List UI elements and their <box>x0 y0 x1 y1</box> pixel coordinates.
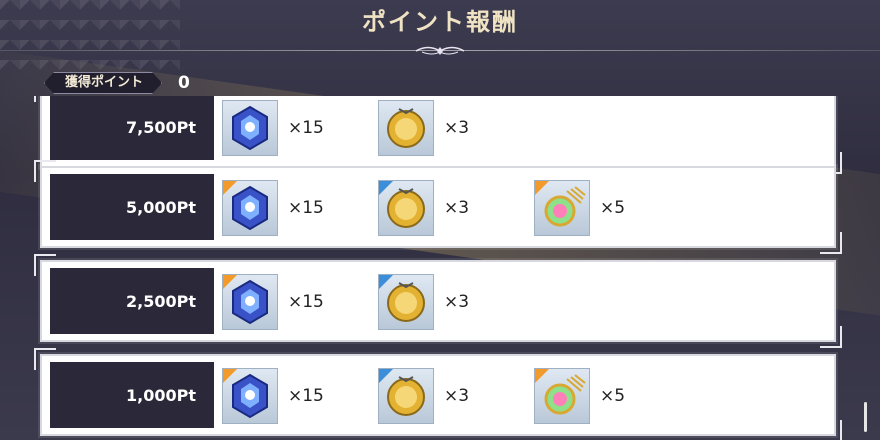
reward-row: 1,000Pt ×15 ×3 ×5 <box>40 354 842 440</box>
reward-threshold: 7,500Pt <box>50 96 214 160</box>
reward-item[interactable]: ×15 <box>222 368 324 424</box>
reward-row: 7,500Pt ×15 ×3 <box>40 96 842 174</box>
item-quantity: ×5 <box>600 198 626 218</box>
item-quantity: ×3 <box>444 198 470 218</box>
page-title: ポイント報酬 <box>362 8 518 36</box>
item-quantity: ×15 <box>288 198 324 218</box>
ornament-icon <box>415 46 465 55</box>
reward-list[interactable]: 7,500Pt ×15 ×3 5,000Pt ×15 ×3 ×5 2,500Pt… <box>0 96 880 440</box>
gold-medal-icon <box>378 274 434 330</box>
rarity-corner <box>379 181 393 195</box>
crystal-icon <box>222 180 278 236</box>
reward-item[interactable]: ×15 <box>222 100 324 156</box>
rainbow-crest-icon <box>534 368 590 424</box>
reward-item[interactable]: ×3 <box>378 274 469 330</box>
reward-item[interactable]: ×3 <box>378 100 469 156</box>
item-quantity: ×15 <box>288 386 324 406</box>
item-quantity: ×3 <box>444 386 470 406</box>
rainbow-crest-icon <box>534 180 590 236</box>
rarity-corner <box>223 181 237 195</box>
rarity-corner <box>379 369 393 383</box>
reward-threshold: 1,000Pt <box>50 362 214 428</box>
crystal-icon <box>222 368 278 424</box>
rarity-corner <box>223 275 237 289</box>
item-quantity: ×3 <box>444 292 470 312</box>
item-quantity: ×15 <box>288 118 324 138</box>
reward-item[interactable]: ×5 <box>534 180 625 236</box>
reward-item[interactable]: ×3 <box>378 368 469 424</box>
crystal-icon <box>222 274 278 330</box>
points-value: 0 <box>178 73 190 93</box>
gold-medal-icon <box>378 180 434 236</box>
gold-medal-icon <box>378 368 434 424</box>
reward-threshold: 5,000Pt <box>50 174 214 240</box>
rarity-corner <box>535 369 549 383</box>
reward-row: 5,000Pt ×15 ×3 ×5 <box>40 166 842 254</box>
item-quantity: ×3 <box>444 118 470 138</box>
header: ポイント報酬 <box>0 0 880 55</box>
reward-item[interactable]: ×15 <box>222 274 324 330</box>
reward-item[interactable]: ×3 <box>378 180 469 236</box>
reward-item[interactable]: ×5 <box>534 368 625 424</box>
rarity-corner <box>223 369 237 383</box>
item-quantity: ×15 <box>288 292 324 312</box>
rarity-corner <box>535 181 549 195</box>
reward-threshold: 2,500Pt <box>50 268 214 334</box>
rarity-corner <box>379 275 393 289</box>
reward-row: 2,500Pt ×15 ×3 <box>40 260 842 348</box>
points-label: 獲得ポイント <box>44 72 162 94</box>
reward-item[interactable]: ×15 <box>222 180 324 236</box>
points-bar: 獲得ポイント 0 <box>44 72 190 94</box>
gold-medal-icon <box>378 100 434 156</box>
scrollbar[interactable] <box>864 402 867 432</box>
crystal-icon <box>222 100 278 156</box>
item-quantity: ×5 <box>600 386 626 406</box>
